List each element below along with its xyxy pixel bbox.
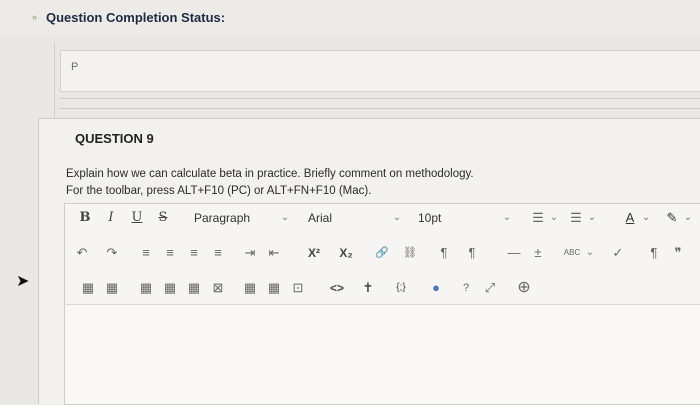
italic-button[interactable]: I [102, 205, 120, 231]
checkmark-icon[interactable]: ✓ [610, 240, 626, 266]
paragraph-format-dropdown[interactable]: Paragraph [194, 205, 284, 231]
insert-row-icon[interactable]: ▦ [138, 275, 154, 301]
insert-column-icon[interactable]: ▦ [162, 275, 178, 301]
toolbar-row-3: ▦ ▦ ▦ ▦ ▦ ⊠ ▦ ▦ ⊡ <> ✝ {;} ● ? ⤢ ⊕ [66, 275, 700, 301]
align-right-icon[interactable]: ≡ [186, 240, 202, 266]
question-prompt: Explain how we can calculate beta in pra… [66, 168, 474, 180]
numbered-list-icon[interactable]: ☰ [568, 205, 584, 231]
delete-row-icon[interactable]: ▦ [186, 275, 202, 301]
insert-link-icon[interactable]: 🔗 [374, 240, 390, 266]
font-family-dropdown[interactable]: Arial [308, 205, 388, 231]
accessibility-icon[interactable]: ✝ [360, 275, 376, 301]
fullscreen-icon[interactable]: ⤢ [482, 275, 498, 301]
merge-cells-icon[interactable]: ▦ [242, 275, 258, 301]
undo-icon[interactable]: ↶ [74, 240, 90, 266]
previous-answer-box: P [60, 50, 700, 92]
math-editor-icon[interactable]: {;} [388, 275, 414, 301]
align-center-icon[interactable]: ≡ [162, 240, 178, 266]
table-properties-icon[interactable]: ▦ [104, 275, 120, 301]
chevron-down-icon[interactable]: ⌄ [548, 205, 560, 231]
align-justify-icon[interactable]: ≡ [210, 240, 226, 266]
toolbar-row-2: ↶ ↷ ≡ ≡ ≡ ≡ ⇥ ⇤ X² X₂ 🔗 ⛓ ¶ ¶ — ± ABC ⌄ … [66, 240, 700, 266]
redo-icon[interactable]: ↷ [104, 240, 120, 266]
pilcrow-icon[interactable]: ¶ [646, 240, 662, 266]
toolbar-hint: For the toolbar, press ALT+F10 (PC) or A… [66, 185, 372, 197]
strikethrough-button[interactable]: S [154, 205, 172, 231]
text-color-button[interactable]: A [622, 205, 638, 231]
add-content-icon[interactable]: ⊕ [514, 275, 534, 301]
bold-button[interactable]: B [76, 205, 94, 231]
split-cells-icon[interactable]: ▦ [266, 275, 282, 301]
html-code-icon[interactable]: <> [326, 275, 348, 301]
indent-icon[interactable]: ⇥ [242, 240, 258, 266]
chevron-down-icon[interactable]: ⌄ [500, 205, 514, 231]
subscript-button[interactable]: X₂ [334, 240, 358, 266]
superscript-button[interactable]: X² [302, 240, 326, 266]
answer-text-area[interactable] [66, 304, 700, 404]
insert-media-icon[interactable]: ● [428, 275, 444, 301]
rtl-direction-icon[interactable]: ¶ [464, 240, 480, 266]
outdent-icon[interactable]: ⇤ [266, 240, 282, 266]
chevron-down-icon[interactable]: ⌄ [586, 205, 598, 231]
spellcheck-icon[interactable]: ABC [560, 240, 584, 266]
question-title: QUESTION 9 [75, 131, 154, 146]
delete-table-icon[interactable]: ⊠ [210, 275, 226, 301]
divider-line [60, 108, 700, 109]
chevron-down-icon[interactable]: ⌄ [584, 240, 596, 266]
toolbar-row-1: B I U S Paragraph ⌄ Arial ⌄ 10pt ⌄ ☰ ⌄ ☰… [66, 205, 700, 231]
mouse-cursor-icon: ➤ [16, 273, 30, 290]
blockquote-icon[interactable]: ❞ [670, 240, 686, 266]
chevron-down-icon[interactable]: ⌄ [640, 205, 652, 231]
chevron-down-icon[interactable]: ⌄ [390, 205, 404, 231]
bullet-list-icon[interactable]: ☰ [530, 205, 546, 231]
underline-button[interactable]: U [128, 205, 146, 231]
chevron-down-icon[interactable]: ⌄ [278, 205, 292, 231]
chevron-down-icon[interactable]: ⌄ [682, 205, 694, 231]
previous-answer-label: P [71, 61, 79, 73]
collapse-chevron-icon[interactable]: » [32, 12, 37, 22]
cell-properties-icon[interactable]: ⊡ [290, 275, 306, 301]
ltr-direction-icon[interactable]: ¶ [436, 240, 452, 266]
help-icon[interactable]: ? [458, 275, 474, 301]
insert-symbol-icon[interactable]: ± [530, 240, 546, 266]
horizontal-line-icon[interactable]: — [506, 240, 522, 266]
question-completion-status-heading[interactable]: Question Completion Status: [46, 10, 225, 25]
highlight-color-icon[interactable]: ✎ [664, 205, 680, 231]
font-size-dropdown[interactable]: 10pt [418, 205, 498, 231]
divider-line [60, 98, 700, 99]
align-left-icon[interactable]: ≡ [138, 240, 154, 266]
unlink-icon[interactable]: ⛓ [402, 240, 418, 266]
table-icon[interactable]: ▦ [80, 275, 96, 301]
